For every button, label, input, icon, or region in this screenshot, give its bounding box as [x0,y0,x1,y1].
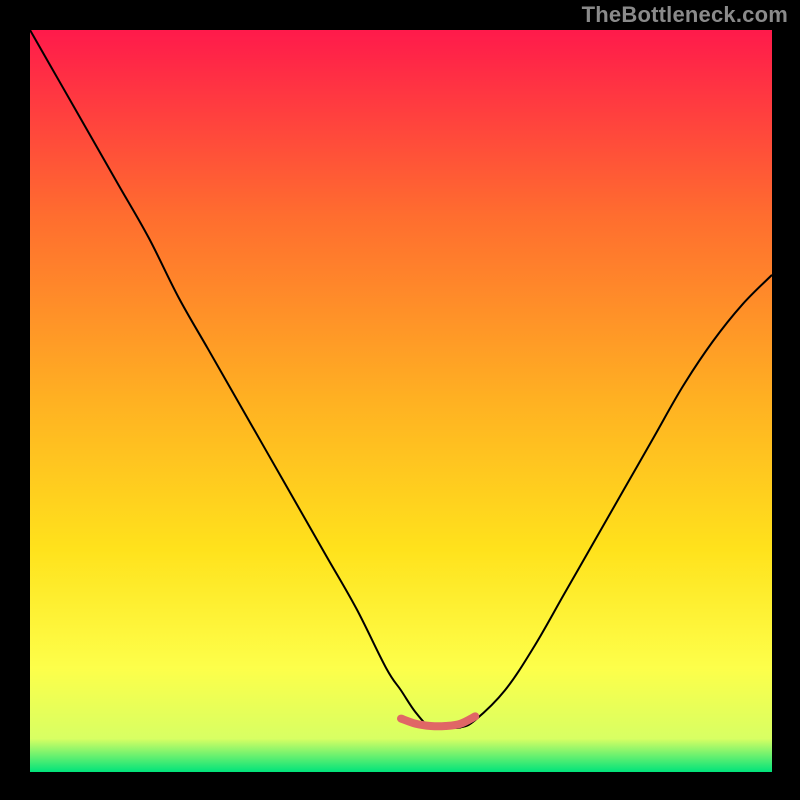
plot-background [30,30,772,772]
bottleneck-chart [0,0,800,800]
chart-frame: TheBottleneck.com [0,0,800,800]
watermark-text: TheBottleneck.com [582,2,788,28]
